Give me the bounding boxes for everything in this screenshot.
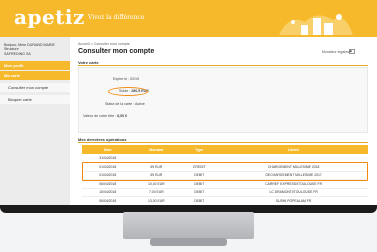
col-libelle[interactable]: Libellé [219,145,368,154]
titre-row: Valeur de votre titre : 8,00 € [83,114,127,118]
brand-tagline: Vivez la différence [88,14,145,21]
status-label: Statut de la carte : [105,102,135,106]
card-info-panel: Expire le : 02/19 Solde : 280,5 EUR Stat… [78,67,368,133]
cell-amount: 69 EUR [133,162,180,172]
table-row[interactable]: 06/04/2018 13,00 EUR DEBIT SUSHI POPEALA… [82,196,368,205]
sidebar: Bonjour, Mme DURAND MARIE Structure SAFR… [0,37,70,205]
status-value: Active [134,102,145,106]
cell-date: 01/04/2018 [82,162,134,172]
cell-type: CREDIT [179,162,220,172]
col-date[interactable]: Date [82,145,134,154]
top-header: apetiz Vivez la différence [0,0,377,37]
cell-date: 01/04/2018 [82,171,134,180]
section-divider [78,65,368,66]
expiry-value: 02/19 [129,77,139,81]
table-row[interactable]: 10/04/2018 7,00 EUR DEBIT LC DRAMONT0TOU… [82,188,368,197]
main-content: Accueil > Consulter mon compte Consulter… [78,37,377,205]
brand-logo[interactable]: apetiz [14,5,85,29]
cell-label: LC DRAMONT0TOULOUSE FR [219,188,368,197]
cell-amount: 13,00 EUR [133,196,180,205]
cell-label: DECHARGEMENT MILLESIME 2017 [219,171,368,180]
balance-highlight-ring [108,87,148,96]
sidebar-item-consulter-compte[interactable]: Consulter mon compte [0,83,70,93]
table-row[interactable]: 06/04/2018 10,40 EUR DEBIT CARREF EXPRES… [82,179,368,189]
section-divider [78,142,368,143]
table-row[interactable]: 01/04/2018 69 EUR DEBIT DECHARGEMENT MIL… [82,171,368,180]
user-greeting-block: Bonjour, Mme DURAND MARIE Structure SAFR… [0,37,70,56]
cell-type: DEBIT [179,171,220,180]
cell-type: DEBIT [179,196,220,205]
monitor-frame: apetiz Vivez la différence Bonjour, Mme … [0,0,377,213]
cell-label [219,154,368,163]
col-type[interactable]: Type [179,145,220,154]
titre-label: Valeur de votre titre : [83,114,117,118]
cell-date: 06/04/2018 [82,179,134,189]
sidebar-item-bloquer-carte[interactable]: Bloquer carte [0,95,70,105]
cell-label: CHARGEMENT MILLESIME 2018 [219,162,368,172]
cell-type [179,154,220,163]
table-header-row: Date Montant Type Libellé [82,145,368,154]
cell-date: 10/04/2018 [82,188,134,197]
cell-amount: 69 EUR [133,171,180,180]
cityscape-illustration-icon [279,14,353,36]
sidebar-item-mon-profil[interactable]: Mon profil [0,61,70,71]
titre-value: 8,00 € [117,114,128,118]
user-card-icon[interactable] [349,49,355,54]
table-row[interactable]: 31/04/2018 [82,154,368,163]
browser-screen: apetiz Vivez la différence Bonjour, Mme … [0,0,377,205]
status-row: Statut de la carte : Active [105,102,145,106]
expiry-label: Expire le : [113,77,129,81]
user-tag[interactable]: Monsieur legales [322,50,349,54]
cell-date: 31/04/2018 [82,154,134,163]
cell-amount: 7,00 EUR [133,188,180,197]
sidebar-item-ma-carte[interactable]: Ma carte [0,71,70,81]
monitor-stand [123,212,254,239]
cell-date: 06/04/2018 [82,196,134,205]
table-row[interactable]: 01/04/2018 69 EUR CREDIT CHARGEMENT MILL… [82,162,368,172]
cell-label: SUSHI POPEALAM FR [219,196,368,205]
cell-amount [133,154,180,163]
cell-label: CARREF EXPRESS0TOULOUSE FR [219,179,368,189]
monitor-stand-base [150,238,227,246]
expiry-row: Expire le : 02/19 [113,77,139,81]
page-title: Consulter mon compte [78,48,155,55]
breadcrumb[interactable]: Accueil > Consulter mon compte [78,42,130,46]
cell-type: DEBIT [179,188,220,197]
col-montant[interactable]: Montant [133,145,180,154]
cell-amount: 10,40 EUR [133,179,180,189]
cell-type: DEBIT [179,179,220,189]
operations-table: Date Montant Type Libellé 31/04/2018 01/… [82,145,368,205]
